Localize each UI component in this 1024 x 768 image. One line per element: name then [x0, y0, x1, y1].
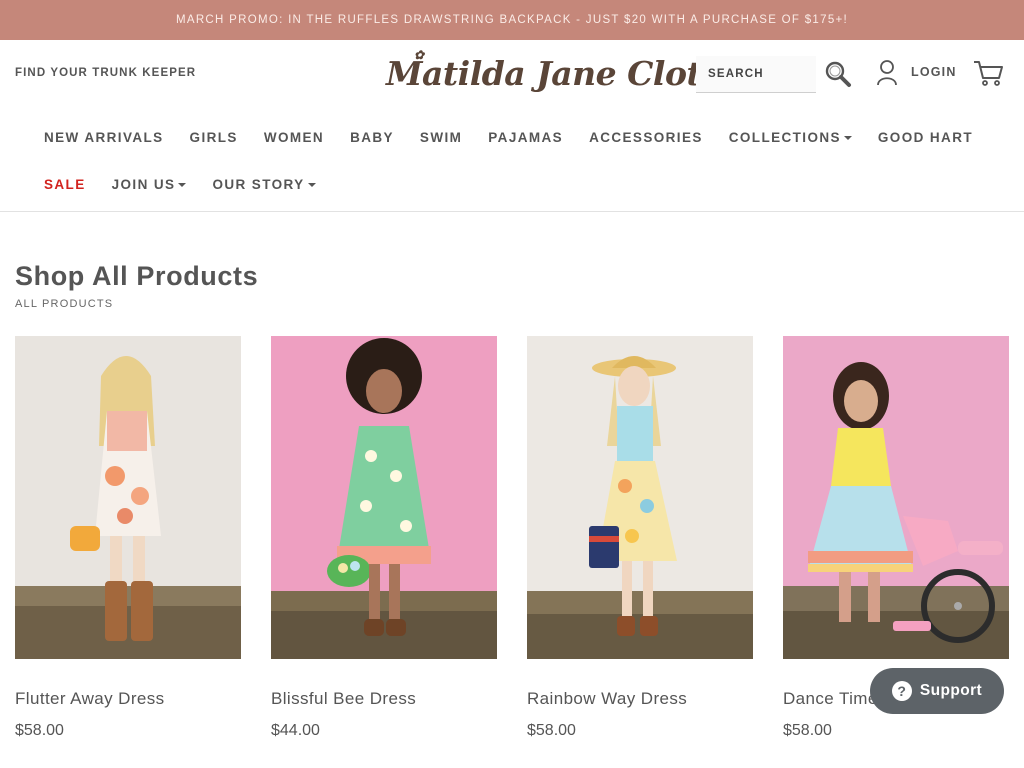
search-icon[interactable]	[824, 60, 852, 88]
logo-flourish-icon: ✿	[414, 48, 424, 62]
product-price: $44.00	[271, 722, 320, 739]
user-icon[interactable]	[876, 59, 898, 87]
nav-accessories[interactable]: ACCESSORIES	[589, 130, 703, 145]
product-image[interactable]	[783, 336, 1009, 659]
nav-join-us-dropdown[interactable]: JOIN US	[112, 177, 187, 192]
promo-text: MARCH PROMO: IN THE RUFFLES DRAWSTRING B…	[175, 14, 849, 26]
chevron-down-icon	[843, 135, 852, 140]
product-price: $58.00	[783, 722, 832, 739]
nav-sale[interactable]: SALE	[44, 177, 86, 192]
product-card[interactable]: Flutter Away Dress $58.00	[15, 336, 241, 740]
product-name[interactable]: Flutter Away Dress	[15, 689, 241, 709]
nav-our-story-label: OUR STORY	[212, 177, 305, 192]
cart-icon[interactable]	[973, 59, 1005, 87]
login-link[interactable]: LOGIN	[911, 65, 957, 79]
product-name[interactable]: Blissful Bee Dress	[271, 689, 497, 709]
nav-girls[interactable]: GIRLS	[190, 130, 238, 145]
product-image[interactable]	[527, 336, 753, 659]
main-nav-row-1: NEW ARRIVALS GIRLS WOMEN BABY SWIM PAJAM…	[44, 130, 999, 145]
product-card[interactable]: Blissful Bee Dress $44.00	[271, 336, 497, 740]
support-label: Support	[919, 682, 983, 699]
product-price: $58.00	[527, 722, 576, 739]
find-trunk-keeper-link[interactable]: FIND YOUR TRUNK KEEPER	[15, 67, 196, 79]
nav-new-arrivals[interactable]: NEW ARRIVALS	[44, 130, 164, 145]
page-title: Shop All Products	[15, 261, 259, 291]
nav-pajamas[interactable]: PAJAMAS	[488, 130, 563, 145]
breadcrumb[interactable]: ALL PRODUCTS	[15, 298, 113, 310]
nav-good-hart[interactable]: GOOD HART	[878, 130, 973, 145]
search-placeholder: SEARCH	[708, 68, 764, 80]
chevron-down-icon	[307, 182, 316, 187]
help-icon: ?	[891, 681, 912, 701]
support-button[interactable]: ? Support	[870, 668, 1004, 714]
nav-women[interactable]: WOMEN	[264, 130, 324, 145]
promo-banner[interactable]: MARCH PROMO: IN THE RUFFLES DRAWSTRING B…	[0, 0, 1024, 40]
nav-baby[interactable]: BABY	[350, 130, 394, 145]
nav-swim[interactable]: SWIM	[420, 130, 462, 145]
main-nav-row-2: SALE JOIN US OUR STORY	[44, 177, 342, 192]
product-grid: Flutter Away Dress $58.00 Blissful Bee D…	[15, 336, 1009, 740]
nav-collections-dropdown[interactable]: COLLECTIONS	[729, 130, 852, 145]
site-header: FIND YOUR TRUNK KEEPER ✿ Matilda Jane Cl…	[0, 40, 1024, 212]
nav-join-us-label: JOIN US	[111, 177, 176, 192]
product-price: $58.00	[15, 722, 64, 739]
product-image[interactable]	[271, 336, 497, 659]
search-input[interactable]: SEARCH	[696, 56, 816, 93]
product-image[interactable]	[15, 336, 241, 659]
nav-collections-label: COLLECTIONS	[728, 130, 841, 145]
chevron-down-icon	[178, 182, 187, 187]
product-name[interactable]: Rainbow Way Dress	[527, 689, 753, 709]
product-card[interactable]: Rainbow Way Dress $58.00	[527, 336, 753, 740]
nav-our-story-dropdown[interactable]: OUR STORY	[212, 177, 316, 192]
